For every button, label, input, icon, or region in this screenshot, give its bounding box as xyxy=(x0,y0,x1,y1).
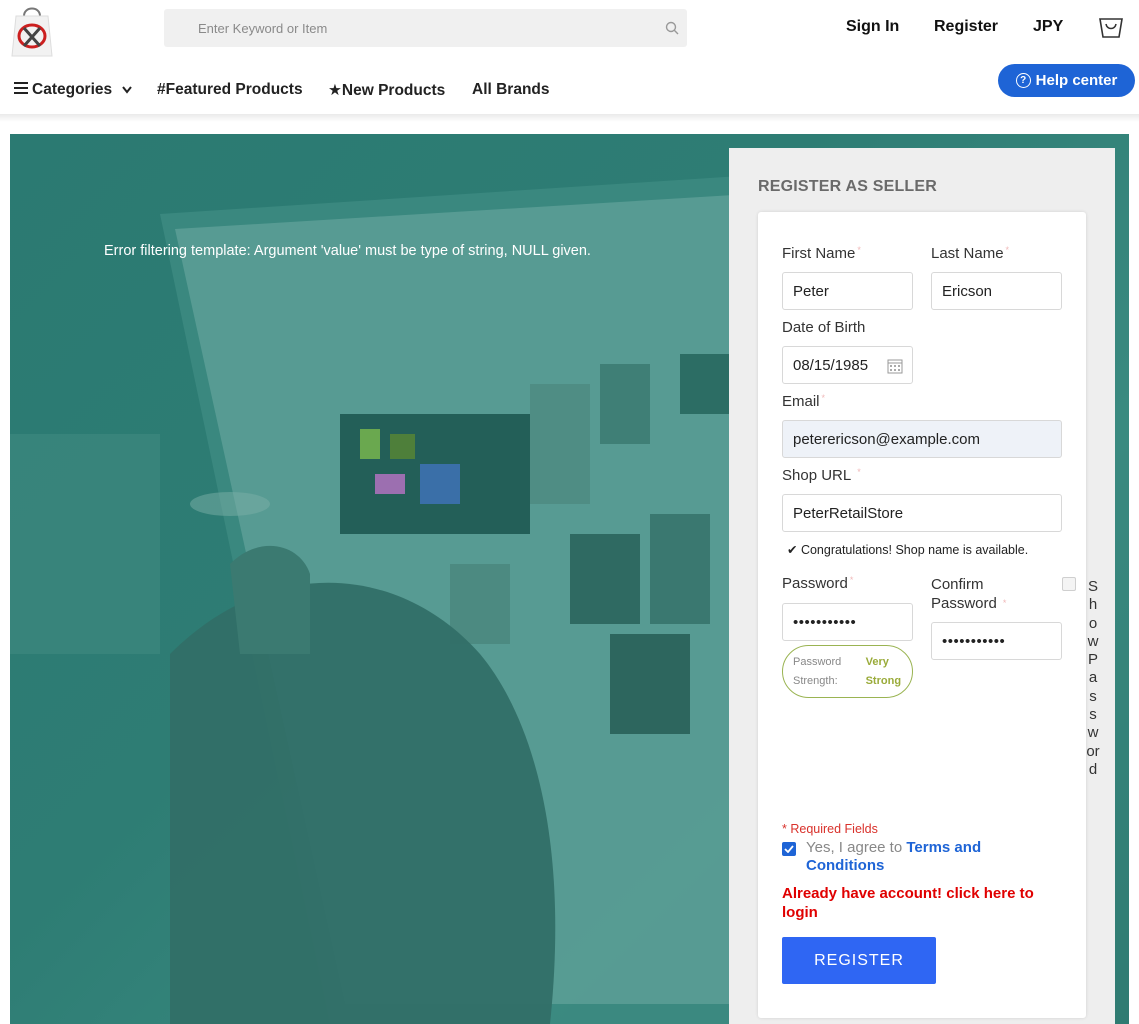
search-bar[interactable] xyxy=(164,9,687,47)
header-divider xyxy=(0,114,1139,122)
dob-value: 08/15/1985 xyxy=(793,356,869,374)
template-error-message: Error filtering template: Argument 'valu… xyxy=(104,243,591,259)
email-label: Email * xyxy=(782,393,826,410)
nav-new-products[interactable]: ★New Products xyxy=(328,81,445,100)
shop-available-message: ✔ Congratulations! Shop name is availabl… xyxy=(787,543,1029,557)
checkmark-icon xyxy=(784,845,794,853)
last-name-label: Last Name * xyxy=(931,245,1010,262)
help-center-label: Help center xyxy=(1035,72,1118,89)
strength-label: Password Strength: xyxy=(793,655,842,687)
search-input[interactable] xyxy=(164,9,687,47)
register-button[interactable]: REGISTER xyxy=(782,937,936,984)
show-password-label[interactable]: ShowPassword xyxy=(1086,578,1100,779)
site-logo[interactable] xyxy=(8,2,56,58)
show-password-checkbox[interactable] xyxy=(1062,577,1076,593)
required-fields-note: * Required Fields xyxy=(782,822,878,836)
chevron-down-icon xyxy=(122,81,133,99)
terms-checkbox[interactable] xyxy=(782,842,796,856)
logo-bag-icon xyxy=(11,7,53,57)
form-title: REGISTER AS SELLER xyxy=(758,178,938,195)
email-field[interactable]: peterericson@example.com xyxy=(782,420,1062,458)
confirm-password-field[interactable]: ••••••••••• xyxy=(931,622,1062,660)
currency-selector[interactable]: JPY xyxy=(1033,18,1063,36)
confirm-password-label: Confirm Password * xyxy=(931,576,1007,612)
calendar-icon[interactable] xyxy=(887,358,903,374)
strength-value: Very Strong xyxy=(865,655,902,687)
shop-url-label: Shop URL * xyxy=(782,467,861,484)
cart-icon[interactable] xyxy=(1097,13,1125,41)
menu-icon xyxy=(14,81,28,99)
nav-categories[interactable]: Categories xyxy=(14,81,136,99)
terms-text: Yes, I agree to Terms and Conditions xyxy=(806,839,1056,875)
shop-url-field[interactable]: PeterRetailStore xyxy=(782,494,1062,532)
nav-categories-label: Categories xyxy=(32,81,113,98)
terms-prefix: Yes, I agree to xyxy=(806,839,903,856)
register-form: First Name * Last Name * Peter Ericson Dat… xyxy=(758,212,1100,1018)
main-nav: Categories #Featured Products ★New Produ… xyxy=(0,78,1139,104)
search-icon[interactable] xyxy=(665,21,679,35)
password-field[interactable]: ••••••••••• xyxy=(782,603,913,641)
first-name-label: First Name * xyxy=(782,245,861,262)
nav-featured-products[interactable]: #Featured Products xyxy=(157,81,303,99)
help-icon: ? xyxy=(1015,73,1031,88)
help-center-button[interactable]: ? Help center xyxy=(998,64,1135,97)
last-name-field[interactable]: Ericson xyxy=(931,272,1062,310)
password-label: Password * xyxy=(782,575,854,592)
dob-field[interactable]: 08/15/1985 xyxy=(782,346,913,384)
register-panel: REGISTER AS SELLER First Name * Last Name… xyxy=(729,148,1115,1024)
nav-all-brands[interactable]: All Brands xyxy=(472,81,550,99)
register-link[interactable]: Register xyxy=(934,18,998,36)
sign-in-link[interactable]: Sign In xyxy=(846,18,899,36)
dob-label: Date of Birth xyxy=(782,319,866,336)
first-name-field[interactable]: Peter xyxy=(782,272,913,310)
login-link[interactable]: Already have account! click here to logi… xyxy=(782,884,1072,922)
password-strength-badge: Password Strength: Very Strong xyxy=(782,645,913,698)
